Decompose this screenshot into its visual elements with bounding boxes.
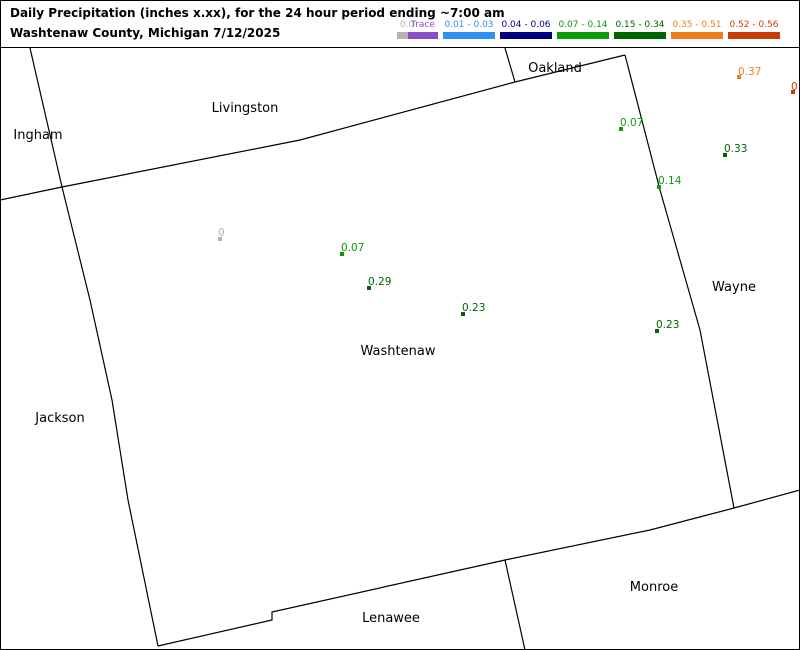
station-3[interactable]: 0.23 <box>461 302 485 316</box>
county-label-ingham: Ingham <box>13 128 62 143</box>
legend-swatch <box>500 32 552 39</box>
legend-item-0-15: 0.15 - 0.34 <box>613 20 667 39</box>
boundary-ingham-livingston <box>29 48 63 188</box>
map-subtitle: Washtenaw County, Michigan 7/12/2025 <box>10 26 281 40</box>
station-value: 0.29 <box>368 276 391 288</box>
county-labels: Oakland Livingston Ingham Wayne Washtena… <box>13 61 756 626</box>
legend-item-trace: Trace <box>400 20 446 39</box>
precipitation-map-page: Daily Precipitation (inches x.xx), for t… <box>0 0 800 650</box>
county-label-wayne: Wayne <box>712 280 756 295</box>
station-2[interactable]: 0.29 <box>367 276 391 290</box>
station-value: 0.33 <box>724 143 747 155</box>
boundary-oakland-livingston <box>504 48 516 83</box>
station-value: 0.07 <box>620 117 643 129</box>
station-markers: 0 0.07 0.29 0.23 0.07 0.14 0.33 0.23 0.3… <box>218 66 798 333</box>
station-8[interactable]: 0.37 <box>737 66 761 79</box>
station-0[interactable]: 0 <box>218 227 225 241</box>
legend-item-0-01: 0.01 - 0.03 <box>442 20 496 39</box>
county-label-oakland: Oakland <box>528 61 582 76</box>
county-map: Oakland Livingston Ingham Wayne Washtena… <box>0 48 800 650</box>
county-label-livingston: Livingston <box>212 101 279 116</box>
station-value: 0 <box>791 81 798 93</box>
map-title: Daily Precipitation (inches x.xx), for t… <box>10 6 505 20</box>
station-6[interactable]: 0.33 <box>723 143 747 157</box>
legend-item-0-04: 0.04 - 0.06 <box>499 20 553 39</box>
boundary-livingston-washtenaw <box>0 54 626 201</box>
station-value: 0.37 <box>738 66 761 78</box>
legend-label: 0.35 - 0.51 <box>672 20 722 30</box>
legend-label: 0.01 - 0.03 <box>444 20 494 30</box>
legend-label: Trace <box>411 20 435 30</box>
legend-item-0-52: 0.52 - 0.56 <box>727 20 781 39</box>
legend-item-0-07: 0.07 - 0.14 <box>556 20 610 39</box>
station-value: 0.14 <box>658 175 682 187</box>
station-value: 0 <box>218 227 225 239</box>
map-header: Daily Precipitation (inches x.xx), for t… <box>0 0 800 48</box>
legend-item-0-35: 0.35 - 0.51 <box>670 20 724 39</box>
county-label-washtenaw: Washtenaw <box>361 344 436 359</box>
legend-swatch <box>728 32 780 39</box>
legend-swatch <box>557 32 609 39</box>
boundary-washtenaw-lenawee-monroe <box>157 489 800 647</box>
station-7[interactable]: 0.23 <box>655 319 679 333</box>
station-value: 0.07 <box>341 242 364 254</box>
legend-swatch <box>443 32 495 39</box>
county-label-lenawee: Lenawee <box>362 611 420 626</box>
station-9[interactable]: 0 <box>791 81 798 94</box>
station-1[interactable]: 0.07 <box>340 242 364 256</box>
legend-swatch <box>614 32 666 39</box>
boundary-lenawee-monroe <box>504 559 526 650</box>
station-value: 0.23 <box>462 302 485 314</box>
legend-label: 0.15 - 0.34 <box>615 20 665 30</box>
county-label-jackson: Jackson <box>34 411 84 426</box>
station-value: 0.23 <box>656 319 679 331</box>
station-4[interactable]: 0.07 <box>619 117 643 131</box>
county-label-monroe: Monroe <box>630 580 678 595</box>
legend-label: 0.04 - 0.06 <box>501 20 551 30</box>
legend-swatch <box>408 32 438 39</box>
station-5[interactable]: 0.14 <box>657 175 682 189</box>
legend-label: 0.52 - 0.56 <box>729 20 779 30</box>
legend-label: 0.07 - 0.14 <box>558 20 608 30</box>
legend-swatch <box>671 32 723 39</box>
